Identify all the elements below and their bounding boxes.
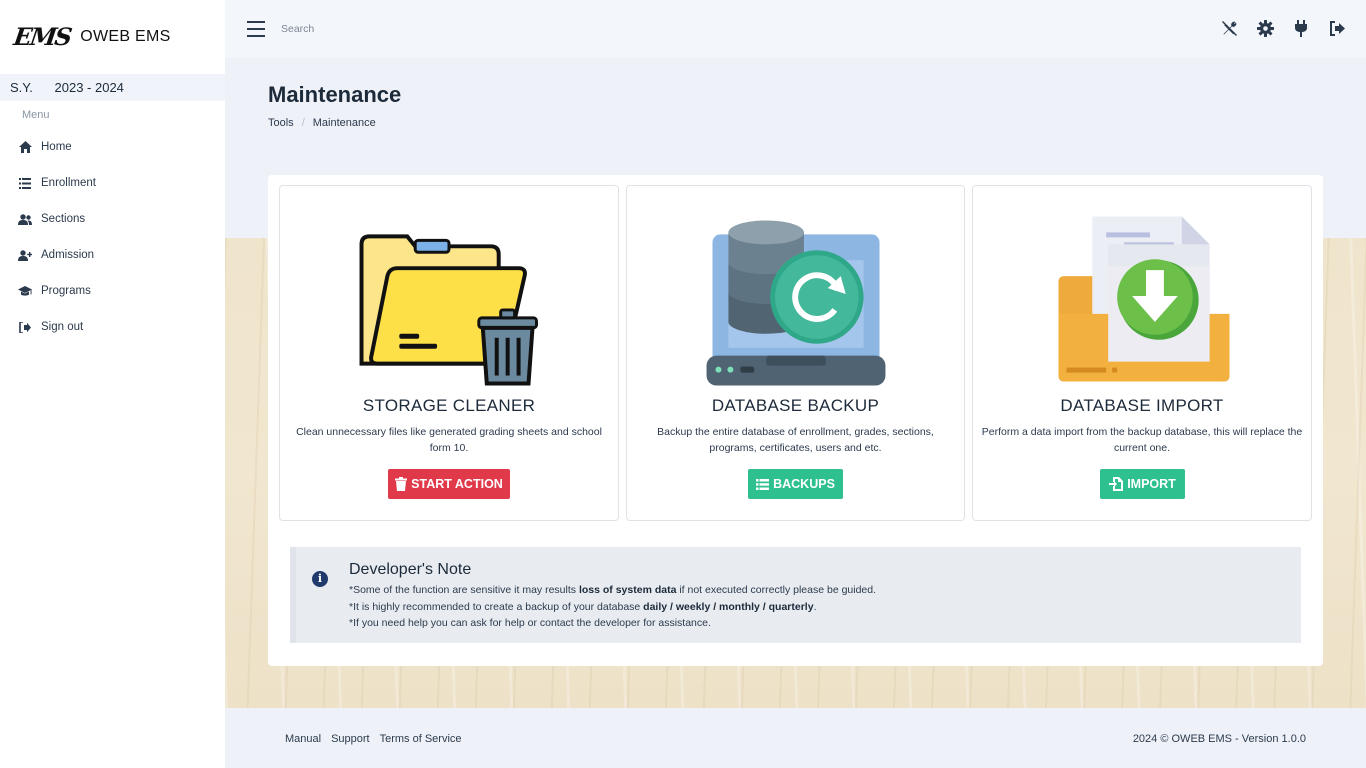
list-icon xyxy=(756,478,770,490)
tools-icon[interactable] xyxy=(1220,18,1238,38)
copyright: 2024 © OWEB EMS - Version 1.0.0 xyxy=(1132,733,1306,745)
sidebar-nav: Home Enrollment Sections Admission Progr… xyxy=(0,129,225,345)
note-line-3: *If you need help you can ask for help o… xyxy=(349,617,711,629)
database-import-description: Perform a data import from the backup da… xyxy=(981,426,1303,454)
sidebar-item-label: Sign out xyxy=(41,321,84,333)
sidebar-item-label: Programs xyxy=(41,285,91,297)
list-icon xyxy=(18,176,32,190)
brand-logo: EMS xyxy=(11,22,73,51)
import-label: IMPORT xyxy=(1127,477,1176,491)
breadcrumb: Tools / Maintenance xyxy=(268,117,376,129)
users-icon xyxy=(18,212,32,226)
footer-link-manual[interactable]: Manual xyxy=(285,733,321,745)
sign-out-icon xyxy=(18,320,32,334)
info-icon: i xyxy=(312,571,328,587)
logout-icon[interactable] xyxy=(1328,18,1346,38)
sidebar-item-sign-out[interactable]: Sign out xyxy=(0,309,225,345)
database-import-icon xyxy=(1058,216,1230,382)
sidebar-item-label: Admission xyxy=(41,249,95,261)
backups-button[interactable]: BACKUPS xyxy=(748,469,843,499)
topbar xyxy=(225,0,1366,58)
school-year-label: S.Y. xyxy=(10,80,33,95)
sidebar-item-label: Sections xyxy=(41,213,86,225)
footer-links: Manual Support Terms of Service xyxy=(285,733,462,745)
backups-label: BACKUPS xyxy=(773,477,835,491)
search-input[interactable] xyxy=(281,20,581,38)
school-year: S.Y. 2023 - 2024 xyxy=(0,74,225,101)
database-backup-icon xyxy=(706,220,886,386)
storage-cleaner-title: STORAGE CLEANER xyxy=(362,396,536,415)
page-title: Maintenance xyxy=(268,82,402,107)
user-plus-icon xyxy=(18,248,32,262)
note-line-1: *Some of the function are sensitive it m… xyxy=(349,584,877,596)
home-icon xyxy=(18,140,32,154)
storage-cleaner-description: Clean unnecessary files like generated g… xyxy=(296,426,602,454)
breadcrumb-tools[interactable]: Tools xyxy=(268,117,294,129)
sidebar-item-enrollment[interactable]: Enrollment xyxy=(0,165,225,201)
database-backup-card: DATABASE BACKUP Backup the entire databa… xyxy=(626,185,965,521)
gear-icon[interactable] xyxy=(1256,18,1274,38)
school-year-value: 2023 - 2024 xyxy=(54,80,124,95)
import-button[interactable]: IMPORT xyxy=(1100,469,1185,499)
sidebar-item-programs[interactable]: Programs xyxy=(0,273,225,309)
database-backup-title: DATABASE BACKUP xyxy=(711,396,880,415)
database-import-card: DATABASE IMPORT Perform a data import fr… xyxy=(972,185,1312,521)
sidebar: EMS OWEB EMS S.Y. 2023 - 2024 Menu Home … xyxy=(0,0,225,768)
start-action-label: START ACTION xyxy=(411,477,503,491)
sidebar-item-sections[interactable]: Sections xyxy=(0,201,225,237)
database-import-title: DATABASE IMPORT xyxy=(1060,396,1224,415)
start-action-button[interactable]: START ACTION xyxy=(388,469,510,499)
footer-link-terms[interactable]: Terms of Service xyxy=(380,733,462,745)
developer-note-body: *Some of the function are sensitive it m… xyxy=(349,582,876,632)
maintenance-card: STORAGE CLEANER Clean unnecessary files … xyxy=(268,175,1323,666)
folder-trash-icon xyxy=(359,234,538,386)
breadcrumb-current: Maintenance xyxy=(312,117,376,129)
menu-label: Menu xyxy=(22,109,50,121)
developer-note: i Developer's Note *Some of the function… xyxy=(290,547,1301,643)
brand[interactable]: EMS OWEB EMS xyxy=(11,22,171,51)
database-backup-description: Backup the entire database of enrollment… xyxy=(657,426,934,454)
graduation-cap-icon xyxy=(18,284,32,298)
sidebar-item-label: Enrollment xyxy=(41,177,96,189)
storage-cleaner-card: STORAGE CLEANER Clean unnecessary files … xyxy=(279,185,619,521)
sidebar-item-home[interactable]: Home xyxy=(0,129,225,165)
developer-note-title: Developer's Note xyxy=(349,561,472,578)
footer: Manual Support Terms of Service 2024 © O… xyxy=(225,708,1366,768)
plug-icon[interactable] xyxy=(1292,18,1310,38)
hamburger-menu-icon[interactable] xyxy=(247,21,265,37)
brand-name: OWEB EMS xyxy=(80,27,171,45)
trash-icon xyxy=(395,477,408,491)
topbar-icons xyxy=(1220,18,1346,38)
note-line-2: *It is highly recommended to create a ba… xyxy=(349,600,817,613)
sidebar-item-label: Home xyxy=(41,141,72,153)
footer-link-support[interactable]: Support xyxy=(331,733,370,745)
file-import-icon xyxy=(1109,477,1124,491)
sidebar-item-admission[interactable]: Admission xyxy=(0,237,225,273)
breadcrumb-separator: / xyxy=(301,117,305,129)
